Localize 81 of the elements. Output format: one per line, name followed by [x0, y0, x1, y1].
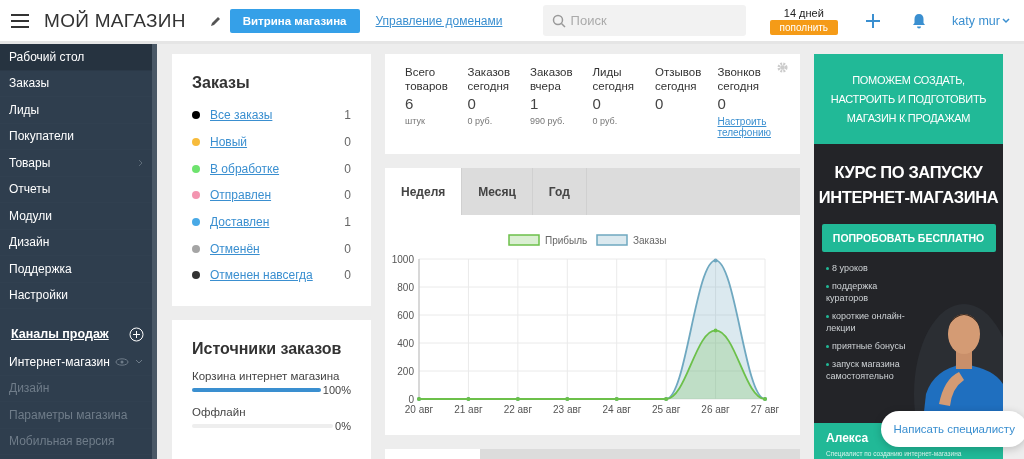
app-title: МОЙ МАГАЗИН	[44, 9, 186, 32]
sidebar-item[interactable]: Рабочий стол	[0, 44, 152, 71]
x-tick-label: 27 авг	[750, 404, 780, 415]
top-up-button[interactable]: пополнить	[769, 19, 839, 35]
x-tick-label: 26 авг	[701, 404, 730, 415]
stat-label: Отзывов сегодня	[655, 66, 703, 93]
stat-value: 6	[405, 95, 415, 112]
status-link[interactable]: В обработке	[210, 161, 280, 176]
legend-label: Прибыль	[545, 235, 588, 246]
y-tick-label: 200	[397, 366, 414, 377]
days-left: 14 дней	[783, 6, 824, 19]
source-share: 100%	[322, 384, 351, 396]
stat-value: 0	[655, 95, 665, 112]
stat-note: 990 руб.	[530, 116, 566, 126]
status-link[interactable]: Отправлен	[210, 188, 272, 203]
bell-icon[interactable]	[912, 12, 927, 29]
chevron-icon[interactable]	[135, 359, 143, 365]
status-link[interactable]: Отменен навсегда	[210, 268, 313, 283]
status-link[interactable]: Отменён	[210, 241, 260, 256]
y-tick-label: 0	[408, 394, 414, 405]
status-link[interactable]: Доставлен	[210, 215, 270, 230]
x-tick-label: 25 авг	[651, 404, 681, 415]
stat-note: 0 руб.	[467, 116, 494, 126]
stat-value: 0	[717, 95, 727, 112]
status-link[interactable]: Новый	[210, 135, 248, 150]
search-field[interactable]: Поиск	[542, 5, 746, 36]
status-link[interactable]: Все заказы	[210, 108, 273, 123]
y-tick-label: 800	[397, 282, 414, 293]
banner-title: КУРС ПО ЗАПУСКУ ИНТЕРНЕТ-МАГАЗИНА	[817, 162, 1000, 208]
x-tick-label: 22 авг	[503, 404, 533, 415]
source-share: 0%	[335, 420, 351, 432]
x-tick-label: 23 авг	[553, 404, 582, 415]
y-tick-label: 1000	[391, 254, 414, 265]
menu-icon[interactable]	[10, 12, 30, 29]
user-menu[interactable]: katy mur	[952, 13, 1010, 28]
x-tick-label: 24 авг	[602, 404, 631, 415]
legend-label: Заказы	[633, 235, 667, 246]
banner-headline: ПОМОЖЕМ СОЗДАТЬ, НАСТРОИТЬ И ПОДГОТОВИТЬ МАГАЗИН К ПРОДАЖАМ	[829, 72, 988, 126]
orders-title: Заказы	[192, 74, 251, 92]
status-count: 0	[344, 188, 351, 203]
author-name: Алекса	[826, 431, 869, 445]
period-tab[interactable]: Неделя	[385, 168, 463, 215]
add-icon[interactable]	[129, 326, 144, 342]
stat-label: Звонков сегодня	[717, 66, 762, 93]
stat-value: 0	[467, 95, 477, 112]
banner-bullet: короткие онлайн-лекции	[826, 310, 906, 334]
stat-label: Заказов сегодня	[467, 66, 512, 93]
source-label: Корзина интернет магазина	[192, 370, 341, 382]
stat-label: Всего товаров	[405, 66, 449, 93]
status-count: 0	[344, 241, 351, 256]
status-count: 1	[344, 215, 351, 230]
plus-icon[interactable]	[866, 13, 881, 28]
pencil-icon[interactable]	[209, 14, 222, 27]
source-label: Оффлайн	[192, 406, 247, 418]
status-count: 0	[344, 268, 351, 283]
status-count: 1	[344, 108, 351, 123]
domains-link[interactable]: Управление доменами	[375, 13, 503, 28]
stat-value: 1	[530, 95, 540, 112]
y-tick-label: 400	[397, 338, 414, 349]
contact-specialist-button[interactable]: Написать специалисту	[881, 411, 1024, 447]
x-tick-label: 21 авг	[454, 404, 483, 415]
stat-value: 0	[592, 95, 602, 112]
telephony-link[interactable]: Настроить телефонию	[717, 116, 780, 138]
banner-bullet: запуск магазина самостоятельно	[826, 358, 901, 382]
banner-bullet: 8 уроков	[826, 262, 914, 274]
storefront-button[interactable]: Витрина магазина	[229, 8, 360, 33]
chevron-icon	[1002, 17, 1010, 24]
channels-heading[interactable]: Каналы продаж	[11, 327, 109, 341]
status-count: 0	[344, 135, 351, 150]
status-count: 0	[344, 161, 351, 176]
y-tick-label: 600	[397, 310, 414, 321]
banner-bullet: поддержка кураторов	[826, 280, 879, 304]
try-free-button[interactable]: ПОПРОБОВАТЬ БЕСПЛАТНО	[821, 224, 996, 252]
sources-title: Источники заказов	[192, 340, 343, 358]
stat-note: 0 руб.	[592, 116, 619, 126]
stat-label: Лиды сегодня	[592, 66, 636, 93]
eye-icon[interactable]	[115, 357, 129, 366]
banner-bullet: приятные бонусы	[826, 340, 914, 352]
stat-label: Заказов вчера	[530, 66, 574, 93]
x-tick-label: 20 авг	[404, 404, 434, 415]
stat-note: штук	[405, 116, 426, 126]
